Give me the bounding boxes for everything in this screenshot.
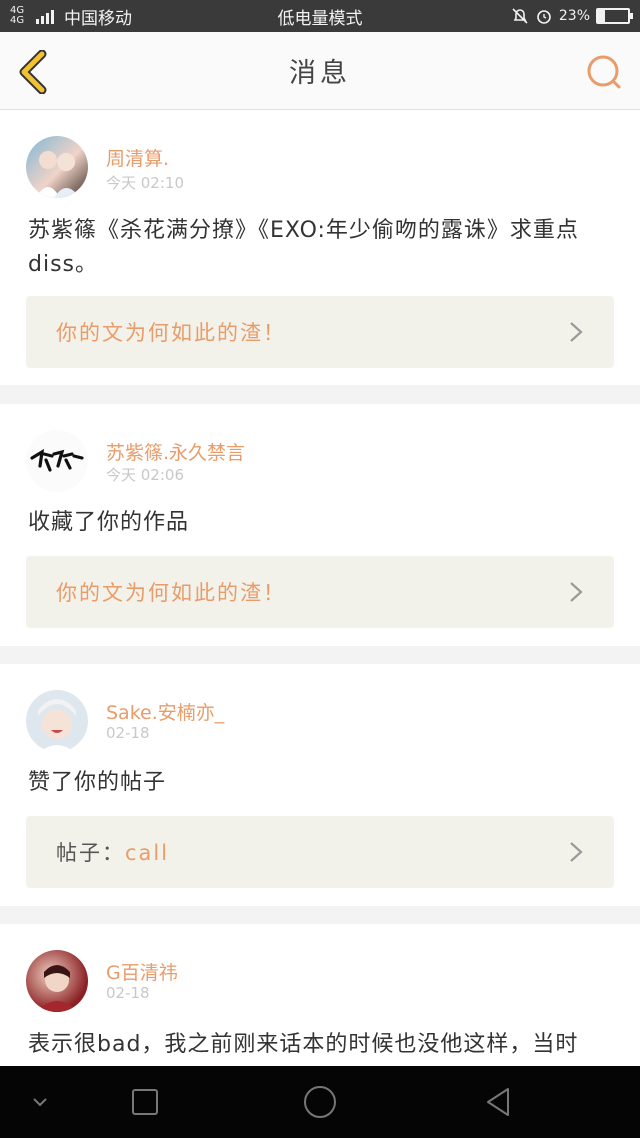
search-button[interactable] bbox=[582, 50, 626, 94]
system-nav-bar bbox=[0, 1066, 640, 1138]
power-mode: 低电量模式 bbox=[277, 8, 363, 29]
page-title: 消息 bbox=[289, 58, 351, 89]
avatar[interactable] bbox=[26, 690, 88, 752]
home-button[interactable] bbox=[302, 1084, 338, 1120]
message-time: 02-18 bbox=[106, 724, 150, 742]
message-card[interactable]: 周清算. 今天 02:10 苏紫篠《杀花满分撩》《EXO:年少偷吻的露诛》求重点… bbox=[0, 110, 640, 385]
user-name[interactable]: G百清祎 bbox=[106, 958, 178, 985]
user-name[interactable]: Sake.安楠亦_ bbox=[106, 698, 224, 725]
avatar-image bbox=[30, 448, 84, 472]
battery-percent: 23% bbox=[558, 8, 590, 24]
status-right: 23% bbox=[430, 7, 633, 25]
message-card[interactable]: Sake.安楠亦_ 02-18 赞了你的帖子 帖子：call bbox=[0, 664, 640, 906]
carrier-name: 中国移动 bbox=[64, 8, 132, 29]
user-name[interactable]: 苏紫篠.永久禁言 bbox=[106, 438, 245, 465]
chevron-right-icon bbox=[570, 582, 583, 602]
chevron-right-icon bbox=[570, 322, 583, 342]
avatar[interactable] bbox=[26, 136, 88, 198]
referenced-post-prefix: 帖子： bbox=[56, 841, 125, 865]
message-text: 表示很bad，我之前刚来话本的时候也没他这样，当时 bbox=[28, 1032, 579, 1057]
battery-fill bbox=[598, 10, 605, 22]
network-type: 4G 4G bbox=[10, 5, 25, 26]
status-left: 4G 4G 中国移动 bbox=[10, 4, 210, 29]
referenced-post[interactable]: 你的文为何如此的渣！ bbox=[26, 296, 614, 368]
hide-nav-button[interactable] bbox=[22, 1084, 58, 1120]
referenced-post-title: 你的文为何如此的渣！ bbox=[56, 581, 286, 605]
referenced-post[interactable]: 帖子：call bbox=[26, 816, 614, 888]
header: 消息 bbox=[0, 32, 640, 110]
signal-icon bbox=[36, 8, 54, 24]
message-time: 02-18 bbox=[106, 984, 150, 1002]
message-time: 今天 02:06 bbox=[106, 466, 184, 484]
referenced-post-title: 你的文为何如此的渣！ bbox=[56, 321, 286, 345]
avatar[interactable] bbox=[26, 950, 88, 1012]
alarm-icon bbox=[537, 10, 551, 24]
back-button[interactable] bbox=[14, 50, 58, 94]
avatar-image bbox=[38, 699, 76, 752]
avatar-image bbox=[36, 965, 78, 1012]
message-text: 赞了你的帖子 bbox=[28, 770, 167, 795]
bell-muted-icon bbox=[512, 8, 528, 24]
referenced-post-title: call bbox=[125, 841, 170, 865]
chevron-right-icon bbox=[570, 842, 583, 862]
message-card[interactable]: G百清祎 02-18 表示很bad，我之前刚来话本的时候也没他这样，当时 bbox=[0, 924, 640, 1066]
battery-icon bbox=[596, 8, 633, 24]
message-time: 今天 02:10 bbox=[106, 174, 184, 192]
referenced-post-text: 帖子：call bbox=[56, 837, 568, 867]
avatar[interactable] bbox=[26, 430, 88, 492]
message-card[interactable]: 苏紫篠.永久禁言 今天 02:06 收藏了你的作品 你的文为何如此的渣！ bbox=[0, 404, 640, 646]
status-bar: 4G 4G 中国移动 低电量模式 23% bbox=[0, 0, 640, 32]
back-nav-button[interactable] bbox=[480, 1084, 516, 1120]
recent-apps-button[interactable] bbox=[127, 1084, 163, 1120]
message-text: 苏紫篠《杀花满分撩》《EXO:年少偷吻的露诛》求重点diss。 bbox=[28, 218, 579, 277]
message-text: 收藏了你的作品 bbox=[28, 510, 190, 535]
user-name[interactable]: 周清算. bbox=[106, 144, 169, 171]
referenced-post[interactable]: 你的文为何如此的渣！ bbox=[26, 556, 614, 628]
avatar-image bbox=[36, 151, 80, 198]
